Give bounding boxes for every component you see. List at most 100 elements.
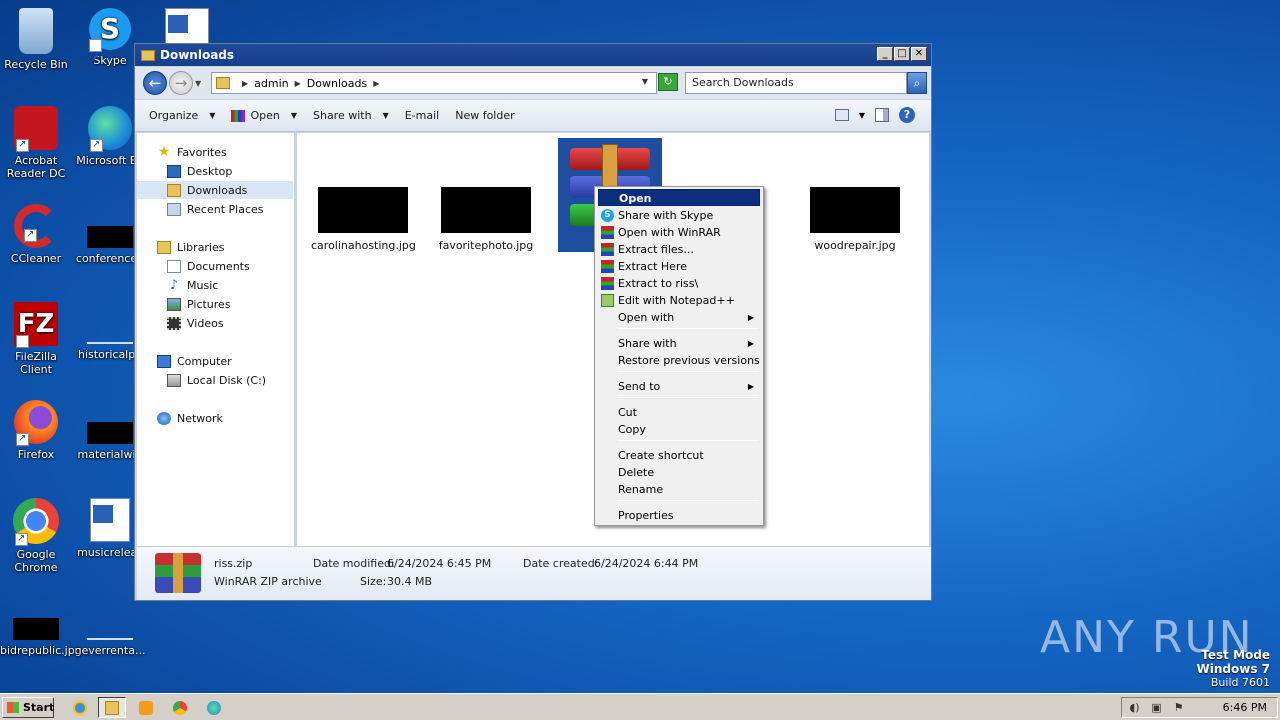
explorer-window[interactable]: Downloads _ □ ✕ ← → ▼ ▶ admin ▶ Download… xyxy=(134,43,932,601)
address-dropdown-icon[interactable]: ▼ xyxy=(642,77,648,86)
menu-item-label: Extract to riss\ xyxy=(618,277,699,290)
menu-item-open[interactable]: Open xyxy=(598,189,760,206)
nav-pictures[interactable]: Pictures xyxy=(137,295,293,313)
chevron-right-icon[interactable]: ▶ xyxy=(295,79,301,88)
watermark-line: Windows 7 xyxy=(1196,662,1270,676)
close-button[interactable]: ✕ xyxy=(911,47,927,61)
notepadpp-icon xyxy=(601,294,614,307)
test-mode-watermark: Test Mode Windows 7 Build 7601 xyxy=(1197,648,1270,690)
nav-computer[interactable]: Computer xyxy=(137,352,293,370)
network-tray-icon[interactable]: ▣ xyxy=(1150,701,1163,714)
desktop-icon-acrobat[interactable]: Acrobat Reader DC xyxy=(0,106,72,180)
file-name: woodrepair.jpg xyxy=(814,239,896,252)
nav-local-disk[interactable]: Local Disk (C:) xyxy=(137,371,293,389)
desktop-icon xyxy=(167,164,181,178)
nav-documents[interactable]: Documents xyxy=(137,257,293,275)
menu-item-extract-to[interactable]: Extract to riss\ xyxy=(598,275,760,292)
taskbar-ie-button[interactable] xyxy=(66,697,94,718)
menu-item-properties[interactable]: Properties xyxy=(598,507,760,524)
nav-label: Network xyxy=(177,411,223,425)
taskbar-chrome-button[interactable] xyxy=(166,697,194,718)
menu-item-edit-with-notepadpp[interactable]: Edit with Notepad++ xyxy=(598,292,760,309)
chevron-right-icon[interactable]: ▶ xyxy=(242,79,248,88)
address-box[interactable]: ▶ admin ▶ Downloads ▶ ▼ xyxy=(211,72,657,94)
nav-recent-places[interactable]: Recent Places xyxy=(137,200,293,218)
desktop-icon-filezilla[interactable]: FZ FileZilla Client xyxy=(0,302,72,378)
menu-item-rename[interactable]: Rename xyxy=(598,481,760,498)
refresh-button[interactable]: ↻ xyxy=(658,73,678,91)
nav-favorites[interactable]: ★ Favorites xyxy=(137,143,293,161)
menu-item-cut[interactable]: Cut xyxy=(598,404,760,421)
preview-pane-icon[interactable] xyxy=(875,108,889,122)
winrar-archive-icon xyxy=(155,553,201,593)
menu-item-send-to[interactable]: Send to ▶ xyxy=(598,378,760,395)
chevron-down-icon[interactable]: ▼ xyxy=(859,111,865,120)
menu-item-open-with-winrar[interactable]: Open with WinRAR xyxy=(598,224,760,241)
volume-icon[interactable]: ◖) xyxy=(1128,701,1141,714)
menu-item-open-with[interactable]: Open with ▶ xyxy=(598,309,760,326)
help-icon[interactable]: ? xyxy=(899,107,915,123)
desktop-icon-bidrepublic[interactable]: bidrepublic.jpg xyxy=(0,618,82,657)
start-button[interactable]: Start xyxy=(2,697,54,718)
menu-item-extract-here[interactable]: Extract Here xyxy=(598,258,760,275)
clock[interactable]: 6:46 PM xyxy=(1223,701,1267,714)
back-button[interactable]: ← xyxy=(143,71,167,95)
nav-libraries[interactable]: Libraries xyxy=(137,238,293,256)
details-modified-label: Date modified: xyxy=(313,557,395,570)
taskbar-media-player-button[interactable] xyxy=(132,697,160,718)
menu-item-extract-files[interactable]: Extract files... xyxy=(598,241,760,258)
menu-item-label: Extract Here xyxy=(618,260,687,273)
desktop-icon-firefox[interactable]: Firefox xyxy=(0,400,72,461)
title-bar[interactable]: Downloads _ □ ✕ xyxy=(135,44,931,66)
maximize-button[interactable]: □ xyxy=(894,47,910,61)
desktop-icon-ccleaner[interactable]: CCleaner xyxy=(0,204,72,265)
desktop-icon-label: Google Chrome xyxy=(14,548,58,574)
desktop-icon-neverrenta[interactable]: neverrenta... xyxy=(74,618,146,657)
menu-item-delete[interactable]: Delete xyxy=(598,464,760,481)
menu-item-restore-previous-versions[interactable]: Restore previous versions xyxy=(598,352,760,369)
menu-item-label: Open with xyxy=(618,311,675,324)
change-view-icon[interactable] xyxy=(834,109,849,121)
file-item[interactable]: carolinahosting.jpg xyxy=(311,187,416,252)
recent-pages-dropdown[interactable]: ▼ xyxy=(195,79,205,88)
menu-item-label: Copy xyxy=(618,423,646,436)
menu-item-create-shortcut[interactable]: Create shortcut xyxy=(598,447,760,464)
breadcrumb-downloads[interactable]: Downloads xyxy=(307,77,367,90)
breadcrumb-admin[interactable]: admin xyxy=(254,77,288,90)
file-item[interactable]: favoritephoto.jpg xyxy=(434,187,538,252)
redacted-thumbnail xyxy=(318,187,408,233)
taskbar-edge-button[interactable] xyxy=(200,697,228,718)
search-icon[interactable]: ⌕ xyxy=(907,72,927,94)
word-document-icon[interactable] xyxy=(165,8,209,44)
nav-videos[interactable]: Videos xyxy=(137,314,293,332)
forward-button[interactable]: → xyxy=(169,71,193,95)
nav-network[interactable]: Network xyxy=(137,409,293,427)
nav-desktop[interactable]: Desktop xyxy=(137,162,293,180)
desktop-icon-recycle-bin[interactable]: Recycle Bin xyxy=(0,8,72,71)
nav-label: Videos xyxy=(187,316,224,330)
desktop-icon-label: Acrobat Reader DC xyxy=(6,154,66,180)
nav-label: Computer xyxy=(177,354,232,368)
search-input[interactable]: Search Downloads xyxy=(685,72,907,94)
email-button[interactable]: E-mail xyxy=(397,109,448,122)
file-item[interactable]: woodrepair.jpg xyxy=(803,187,907,252)
nav-music[interactable]: ♪ Music xyxy=(137,276,293,294)
minimize-button[interactable]: _ xyxy=(877,47,893,61)
taskbar-explorer-button[interactable] xyxy=(98,697,126,718)
documents-icon xyxy=(167,259,181,273)
open-button[interactable]: Open ▼ xyxy=(223,109,305,122)
share-with-button[interactable]: Share with ▼ xyxy=(305,109,397,122)
organize-button[interactable]: Organize ▼ xyxy=(141,109,223,122)
winrar-icon xyxy=(601,226,614,239)
menu-item-copy[interactable]: Copy xyxy=(598,421,760,438)
action-center-flag-icon[interactable]: ⚑ xyxy=(1172,701,1185,714)
desktop-icon-chrome[interactable]: Google Chrome xyxy=(0,498,72,574)
desktop-icon-label: bidrepublic.jpg xyxy=(0,644,82,657)
chevron-right-icon[interactable]: ▶ xyxy=(373,79,379,88)
menu-item-share-with[interactable]: Share with ▶ xyxy=(598,335,760,352)
chevron-down-icon: ▼ xyxy=(290,111,297,120)
new-folder-button[interactable]: New folder xyxy=(447,109,522,122)
nav-downloads[interactable]: Downloads xyxy=(137,181,293,199)
menu-item-label: Rename xyxy=(618,483,664,496)
menu-item-share-with-skype[interactable]: S Share with Skype xyxy=(598,207,760,224)
